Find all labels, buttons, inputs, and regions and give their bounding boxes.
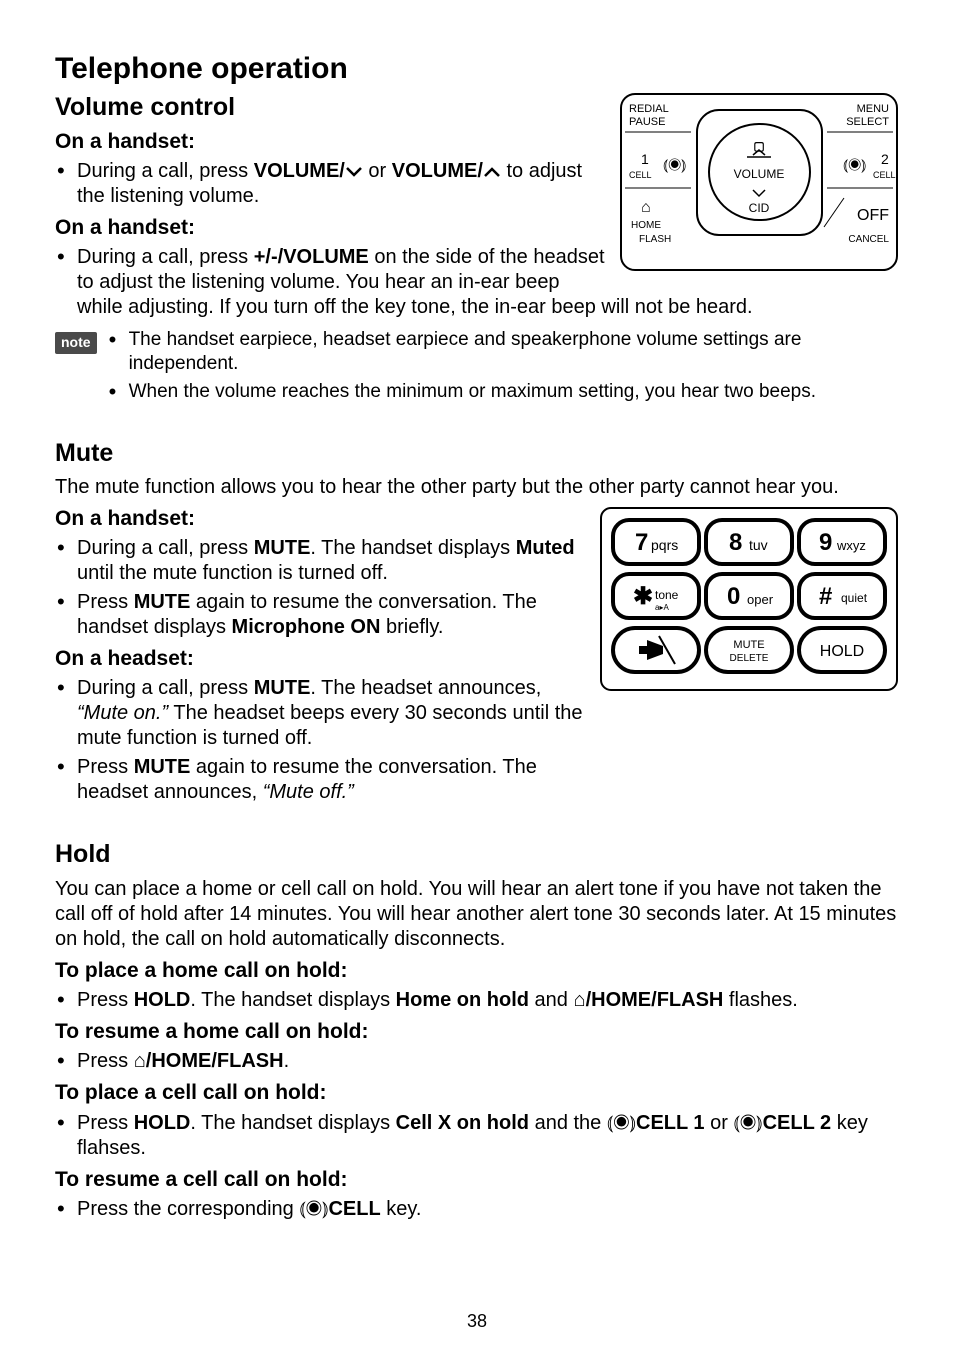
chevron-down-icon [345,166,363,178]
hold-sub3: To place a cell call on hold: [55,1080,899,1106]
volume-item1: During a call, press VOLUME/ or VOLUME/ … [55,159,899,209]
hold-sub2: To resume a home call on hold: [55,1019,899,1045]
svg-text:HOME: HOME [631,220,661,231]
note-label: note [55,332,97,354]
svg-text:DELETE: DELETE [730,653,769,664]
hold-item4: Press the corresponding ⦅◉⦆CELL key. [55,1197,899,1222]
page-title: Telephone operation [55,50,899,88]
mute-s1-item2: Press MUTE again to resume the conversat… [55,590,585,640]
hold-intro: You can place a home or cell call on hol… [55,877,899,952]
keypad-diagram: 7 pqrs 8 tuv 9 wxyz ✱ tone a▸A 0 oper # … [599,506,899,703]
svg-text:MENU: MENU [857,103,889,115]
mute-s2-item1: During a call, press MUTE. The headset a… [55,676,585,751]
cell-icon: ⦅◉⦆ [299,1197,328,1222]
page-number: 38 [0,1310,954,1333]
mute-s2-item2: Press MUTE again to resume the conversat… [55,755,585,805]
svg-text:8: 8 [729,529,742,556]
volume-item2: During a call, press +/-/VOLUME on the s… [55,245,899,320]
svg-text:9: 9 [819,529,832,556]
hold-item1: Press HOLD. The handset displays Home on… [55,988,899,1013]
svg-text:FLASH: FLASH [639,234,671,245]
hold-item3: Press HOLD. The handset displays Cell X … [55,1111,899,1161]
cell-icon: ⦅◉⦆ [733,1111,762,1136]
hold-heading: Hold [55,839,899,870]
svg-text:SELECT: SELECT [846,116,889,128]
svg-text:✱: ✱ [633,583,653,610]
svg-text:quiet: quiet [841,591,868,605]
svg-text:HOLD: HOLD [820,643,864,660]
note-item2: When the volume reaches the minimum or m… [107,380,899,404]
svg-text:a▸A: a▸A [655,603,669,612]
svg-text:0: 0 [727,583,740,610]
svg-text:#: # [819,583,832,610]
svg-text:CANCEL: CANCEL [848,234,889,245]
chevron-up-icon [483,166,501,178]
hold-item2: Press ⌂/HOME/FLASH. [55,1049,899,1074]
svg-text:pqrs: pqrs [651,537,678,553]
home-icon: ⌂ [573,988,585,1013]
svg-text:oper: oper [747,592,774,607]
svg-text:wxyz: wxyz [836,538,866,553]
hold-sub1: To place a home call on hold: [55,958,899,984]
svg-text:PAUSE: PAUSE [629,116,665,128]
svg-text:tone: tone [655,588,679,602]
home-icon: ⌂ [134,1049,146,1074]
hold-sub4: To resume a cell call on hold: [55,1167,899,1193]
svg-text:REDIAL: REDIAL [629,103,669,115]
note-item1: The handset earpiece, headset earpiece a… [107,328,899,376]
note-box: note The handset earpiece, headset earpi… [55,328,899,407]
svg-text:MUTE: MUTE [733,639,764,651]
svg-text:OFF: OFF [857,207,889,224]
mute-intro: The mute function allows you to hear the… [55,475,899,500]
svg-text:7: 7 [635,529,648,556]
cell-icon: ⦅◉⦆ [607,1111,636,1136]
mute-s1-item1: During a call, press MUTE. The handset d… [55,536,585,586]
mute-heading: Mute [55,438,899,469]
svg-text:tuv: tuv [749,537,768,553]
